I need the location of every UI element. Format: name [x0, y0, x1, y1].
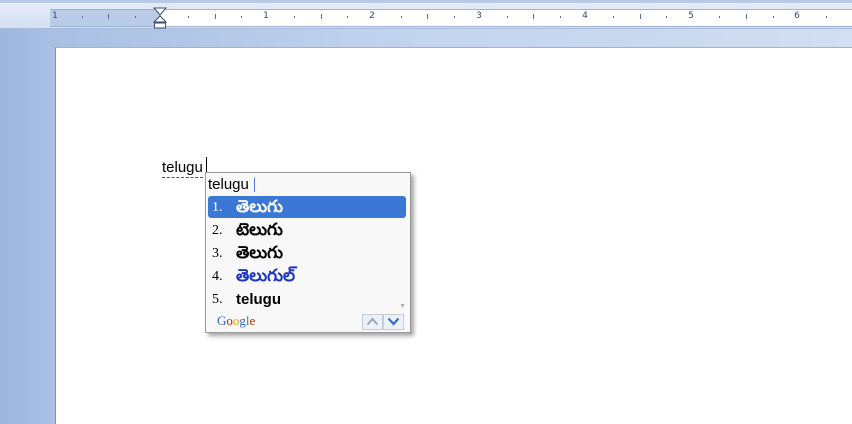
- ruler-number: 4: [582, 11, 588, 21]
- typed-word: telugu: [162, 159, 203, 178]
- next-page-button[interactable]: [383, 314, 404, 330]
- ruler-number: 1: [263, 11, 269, 21]
- ruler-tick: [320, 14, 322, 19]
- horizontal-ruler[interactable]: 1 1 2 3 4 5 6: [0, 0, 852, 29]
- ruler-tick: [559, 16, 561, 18]
- ruler-number: 1: [52, 11, 58, 21]
- candidate-number: 2.: [212, 223, 223, 238]
- ruler-tick: [427, 14, 428, 19]
- candidate-word: తెలుగు: [236, 243, 283, 263]
- ruler-tick: [506, 16, 508, 18]
- ruler-number: 3: [476, 11, 482, 21]
- scroll-down-mark-icon: ▼: [399, 303, 406, 310]
- candidate-item-1[interactable]: 1. తెలుగు: [208, 196, 406, 218]
- ruler-tick: [81, 16, 83, 18]
- google-logo: Google: [217, 313, 255, 329]
- previous-page-button[interactable]: [362, 314, 383, 330]
- ruler-tick: [825, 16, 827, 18]
- ruler-tick: [613, 16, 615, 18]
- ruler-tick: [108, 14, 110, 19]
- transliteration-popup: telugu 1. తెలుగు 2. టెలుగు 3. తెలుగు 4. …: [205, 172, 411, 333]
- chevron-down-icon: [387, 317, 400, 326]
- ruler-number: 2: [369, 11, 375, 21]
- candidate-number: 3.: [212, 246, 223, 261]
- candidate-word: తెలుగుల్: [236, 266, 296, 286]
- popup-input-text: telugu: [208, 176, 249, 193]
- popup-input-caret: [254, 178, 255, 192]
- ruler-tick: [719, 16, 721, 18]
- ruler-tick: [745, 14, 747, 19]
- ruler-tick: [134, 16, 136, 18]
- ruler-number: 5: [688, 11, 694, 21]
- candidate-item-5[interactable]: 5. telugu: [208, 288, 406, 310]
- ruler-tick: [241, 16, 242, 18]
- ruler-tick: [453, 16, 455, 18]
- ruler-tick: [294, 16, 296, 18]
- ruler-number: 6: [794, 11, 800, 21]
- candidate-number: 1.: [212, 200, 223, 215]
- google-logo-letter: e: [249, 313, 256, 328]
- candidate-word: తెలుగు: [236, 197, 283, 217]
- candidate-number: 4.: [212, 269, 223, 284]
- candidate-item-2[interactable]: 2. టెలుగు: [208, 219, 406, 241]
- ruler-tick: [187, 16, 189, 18]
- candidate-item-3[interactable]: 3. తెలుగు: [208, 242, 406, 264]
- ruler-strip: [50, 9, 852, 27]
- ruler-tick: [347, 16, 349, 18]
- indent-marker-icon[interactable]: [152, 7, 168, 29]
- ruler-tick: [533, 14, 535, 19]
- document-page[interactable]: [55, 47, 852, 424]
- google-logo-letter: G: [217, 313, 227, 328]
- ruler-top-line: [0, 0, 852, 3]
- ruler-tick: [666, 16, 668, 18]
- candidate-word: telugu: [236, 291, 281, 308]
- ruler-left-margin: [50, 9, 160, 27]
- candidate-number: 5.: [212, 292, 223, 307]
- candidate-item-4[interactable]: 4. తెలుగుల్: [208, 265, 406, 287]
- candidate-word: టెలుగు: [236, 220, 283, 240]
- ruler-tick: [639, 14, 641, 19]
- ruler-tick: [400, 16, 402, 18]
- chevron-up-icon: [366, 317, 379, 326]
- ruler-tick: [772, 16, 774, 18]
- ruler-tick: [214, 14, 216, 19]
